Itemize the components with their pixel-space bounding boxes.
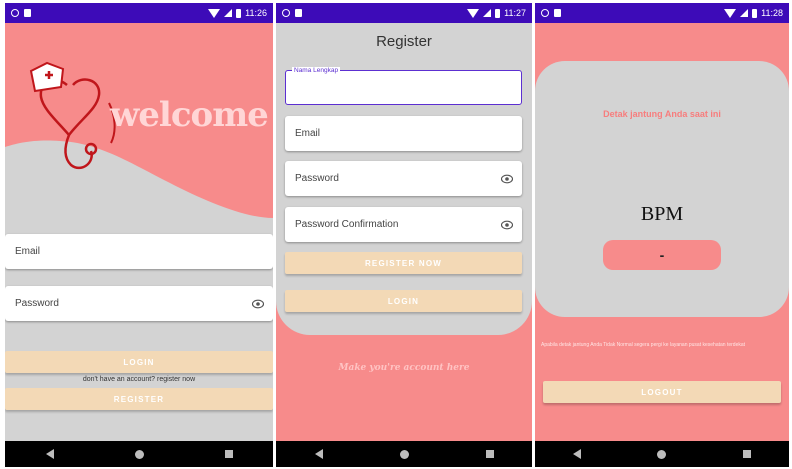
full-name-label: Nama Lengkap	[292, 67, 341, 74]
login-button[interactable]: LOGIN	[285, 290, 522, 312]
register-prompt-link[interactable]: don't have an account? register now	[5, 376, 273, 383]
email-field[interactable]: Email	[5, 234, 273, 269]
email-placeholder: Email	[15, 246, 41, 257]
sim-icon	[24, 9, 31, 17]
signal-icon	[483, 9, 492, 17]
register-now-button[interactable]: REGISTER NOW	[285, 252, 522, 274]
wifi-icon	[467, 8, 480, 18]
status-bar: 11:27	[276, 3, 532, 23]
status-bar: 11:28	[535, 3, 789, 23]
back-icon[interactable]	[573, 449, 582, 459]
email-placeholder: Email	[295, 128, 321, 139]
page-title: Register	[376, 33, 432, 50]
register-screen: 11:27 Register Nama Lengkap Email Passwo…	[276, 3, 532, 467]
login-screen: 11:26 welcome Email Password LOGIN don't…	[5, 3, 273, 467]
password-confirmation-field[interactable]: Password Confirmation	[285, 207, 522, 242]
password-placeholder: Password	[295, 173, 339, 184]
password-confirmation-placeholder: Password Confirmation	[295, 219, 399, 230]
notification-icon	[11, 9, 19, 17]
home-icon[interactable]	[134, 449, 144, 459]
login-button[interactable]: LOGIN	[5, 351, 273, 373]
wifi-icon	[724, 8, 737, 18]
eye-icon[interactable]	[501, 220, 513, 230]
sim-icon	[554, 9, 561, 17]
navigation-bar	[276, 441, 532, 467]
status-time: 11:26	[245, 8, 267, 18]
signal-icon	[224, 9, 233, 17]
status-bar: 11:26	[5, 3, 273, 23]
status-time: 11:27	[504, 8, 526, 18]
notification-icon	[282, 9, 290, 17]
email-field[interactable]: Email	[285, 116, 522, 151]
battery-icon	[752, 8, 758, 18]
heart-rate-screen: 11:28 Detak jantung Anda saat ini BPM - …	[535, 3, 789, 467]
home-icon[interactable]	[399, 449, 409, 459]
sim-icon	[295, 9, 302, 17]
logout-button[interactable]: LOGOUT	[543, 381, 781, 403]
status-time: 11:28	[761, 8, 783, 18]
password-placeholder: Password	[15, 298, 59, 309]
full-name-field[interactable]	[285, 70, 522, 105]
heart-rate-heading: Detak jantung Anda saat ini	[603, 109, 721, 119]
eye-icon[interactable]	[252, 299, 264, 309]
wifi-icon	[208, 8, 221, 18]
notification-icon	[541, 9, 549, 17]
recent-apps-icon[interactable]	[224, 450, 233, 458]
signal-icon	[740, 9, 749, 17]
back-icon[interactable]	[45, 449, 54, 459]
tagline-text: Make you're account here	[338, 363, 470, 373]
bpm-value: -	[603, 240, 721, 270]
recent-apps-icon[interactable]	[742, 450, 751, 458]
navigation-bar	[535, 441, 789, 467]
register-button[interactable]: REGISTER	[5, 388, 273, 410]
password-field[interactable]: Password	[5, 286, 273, 321]
recent-apps-icon[interactable]	[485, 450, 494, 458]
bpm-label: BPM	[640, 203, 684, 225]
welcome-text: welcome	[110, 95, 269, 135]
battery-icon	[236, 8, 242, 18]
back-icon[interactable]	[314, 449, 323, 459]
heart-rate-card	[535, 61, 789, 317]
eye-icon[interactable]	[501, 174, 513, 184]
password-field[interactable]: Password	[285, 161, 522, 196]
health-warning-note: Apabila detak jantung Anda Tidak Normal …	[541, 342, 746, 348]
navigation-bar	[5, 441, 273, 467]
home-icon[interactable]	[657, 449, 667, 459]
battery-icon	[495, 8, 501, 18]
